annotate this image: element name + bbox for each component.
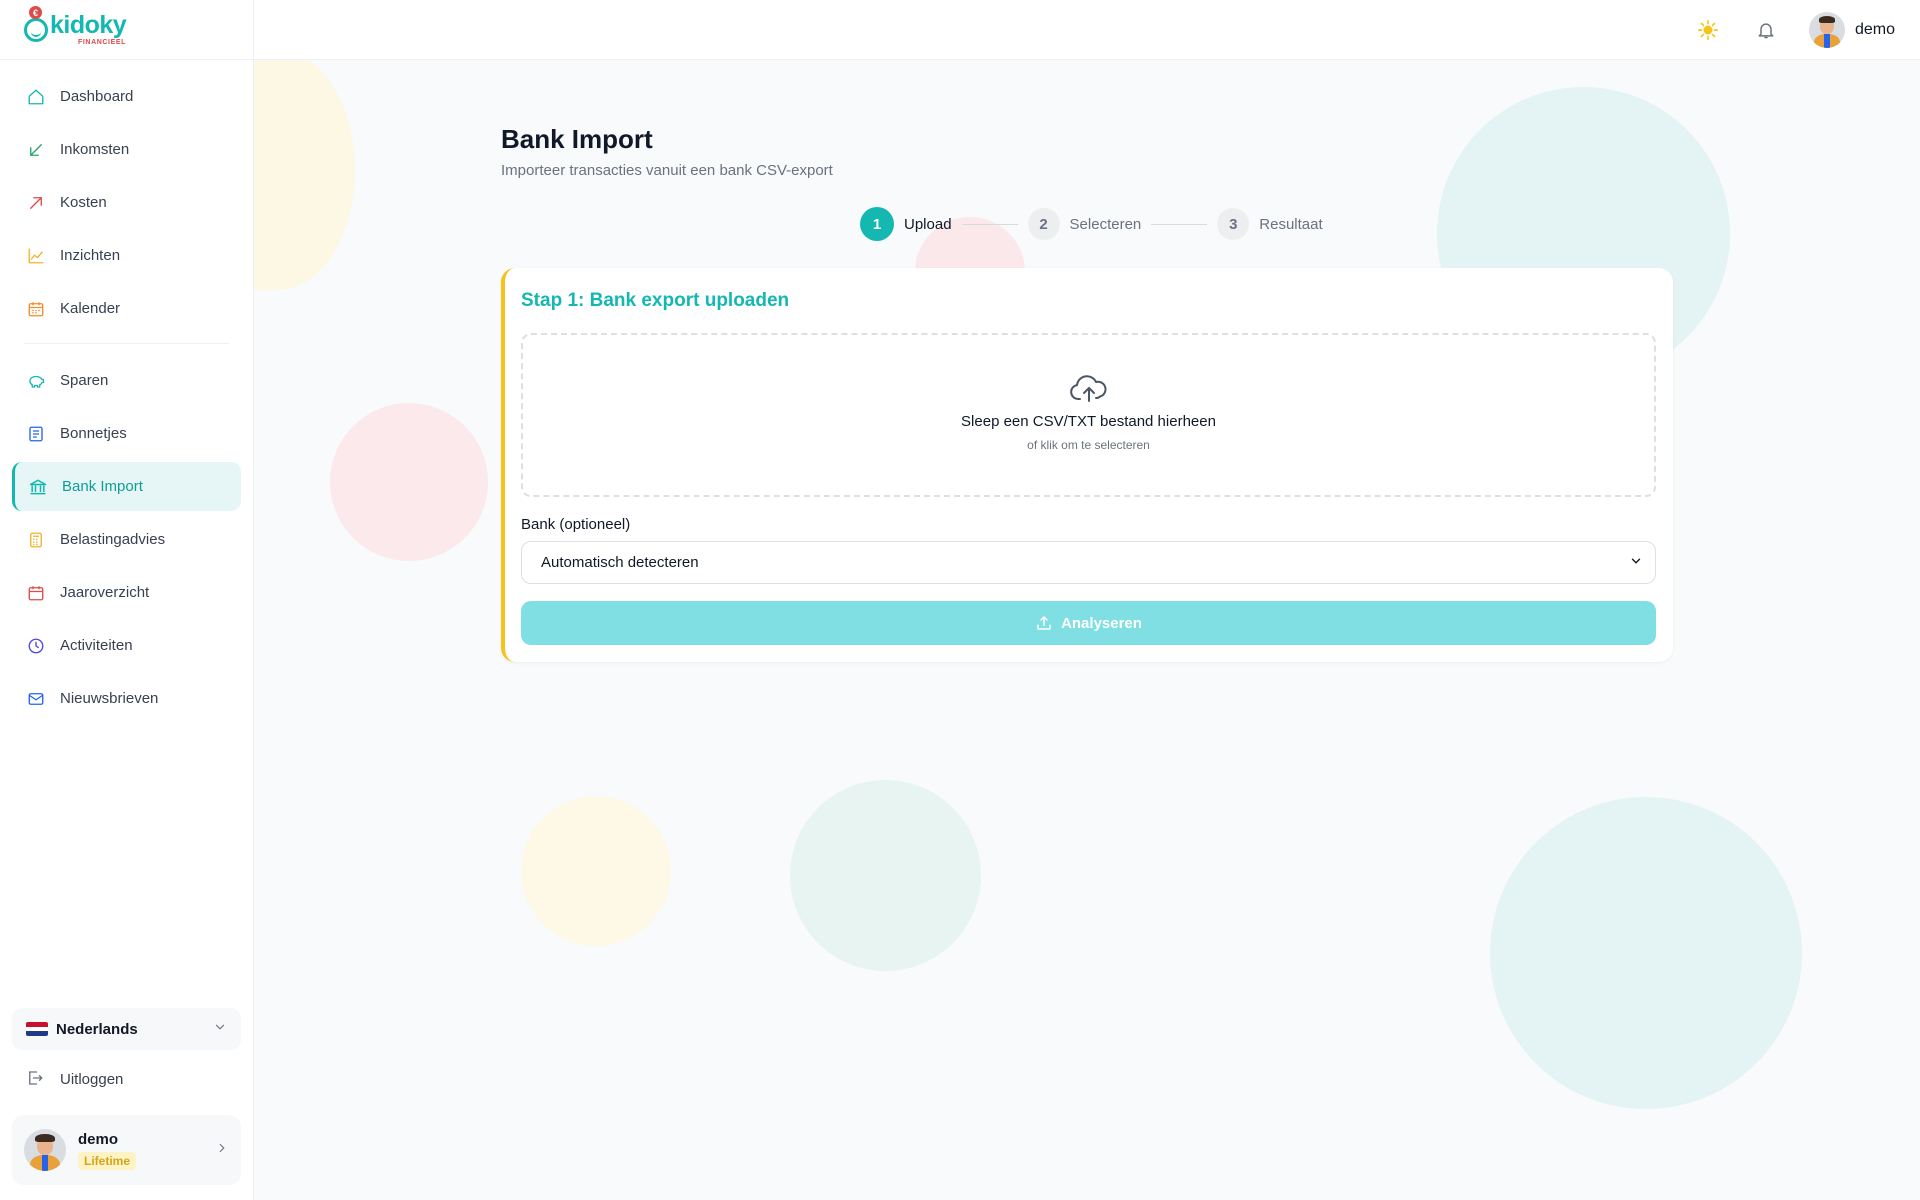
sidebar-item-activiteiten[interactable]: Activiteiten [12,621,241,670]
sidebar-item-sparen[interactable]: Sparen [12,356,241,405]
sidebar-item-label: Sparen [60,372,109,389]
avatar [1808,11,1845,48]
bank-icon [28,477,48,497]
analyze-label: Analyseren [1061,614,1142,632]
top-user-name: demo [1854,20,1895,38]
sidebar-item-kalender[interactable]: Kalender [12,284,241,333]
brand-name: kidoky [50,11,127,39]
sidebar-item-label: Bonnetjes [60,425,127,442]
upload-icon [1037,616,1051,630]
analyze-button[interactable]: Analyseren [521,601,1656,645]
sidebar-item-label: Activiteiten [60,637,133,654]
sidebar: € kidoky FINANCIEEL Dashboard Inkomsten … [0,0,254,1200]
step-upload: 1 Upload [860,207,952,241]
sidebar-item-label: Belastingadvies [60,531,166,548]
sidebar-item-label: Inzichten [60,247,121,264]
sidebar-item-jaaroverzicht[interactable]: Jaaroverzicht [12,568,241,617]
calendar-year-icon [26,583,46,603]
upload-card: Stap 1: Bank export uploaden Sleep een C… [501,268,1673,662]
page-subtitle: Importeer transacties vanuit een bank CS… [501,162,833,179]
step-number: 2 [1027,208,1060,240]
file-dropzone[interactable]: Sleep een CSV/TXT bestand hierheen of kl… [521,333,1656,497]
clock-icon [26,636,46,656]
brand-subtitle: FINANCIEEL [78,39,126,46]
cloud-upload-icon [1069,375,1106,402]
bank-select[interactable]: Automatisch detecteren [521,541,1656,584]
sidebar-item-label: Bank Import [62,478,143,495]
user-profile-card[interactable]: demo Lifetime [12,1115,241,1185]
sidebar-nav: Dashboard Inkomsten Kosten Inzichten Kal… [0,60,253,723]
sidebar-item-label: Inkomsten [60,141,130,158]
bank-label: Bank (optioneel) [521,516,631,533]
receipt-icon [26,424,46,444]
step-number: 1 [860,207,894,241]
language-label: Nederlands [56,1020,138,1038]
bank-select-value: Automatisch detecteren [541,554,699,571]
dropzone-hint: of klik om te selecteren [1027,438,1150,452]
main-content: Bank Import Importeer transacties vanuit… [0,0,1920,1200]
sidebar-item-bank-import[interactable]: Bank Import [12,462,241,511]
netherlands-flag-icon [26,1022,48,1036]
sidebar-item-inkomsten[interactable]: Inkomsten [12,125,241,174]
card-title: Stap 1: Bank export uploaden [521,290,790,311]
home-icon [26,87,46,107]
step-connector [961,223,1018,225]
logout-label: Uitloggen [60,1070,124,1088]
step-label: Selecteren [1069,215,1142,233]
sidebar-item-dashboard[interactable]: Dashboard [12,72,241,121]
theme-toggle-button[interactable] [1697,19,1719,41]
step-connector [1151,223,1208,225]
dropzone-text: Sleep een CSV/TXT bestand hierheen [961,413,1216,430]
logo-face-icon [24,17,48,42]
sidebar-item-label: Nieuwsbrieven [60,690,159,707]
step-label: Resultaat [1259,215,1323,233]
step-number: 3 [1217,208,1250,240]
euro-icon: € [29,6,42,19]
bell-icon [1758,22,1774,38]
step-selecteren: 2 Selecteren [1027,208,1142,240]
page-title: Bank Import [501,124,653,154]
sidebar-item-label: Kosten [60,194,107,211]
chevron-down-icon [213,1020,227,1038]
chevron-right-icon [215,1141,229,1160]
user-menu[interactable]: demo [1808,11,1895,48]
brand-logo[interactable]: € kidoky FINANCIEEL [0,0,253,60]
sun-icon [1697,19,1718,40]
sidebar-item-belastingadvies[interactable]: Belastingadvies [12,515,241,564]
arrow-up-right-icon [26,193,46,213]
sidebar-item-kosten[interactable]: Kosten [12,178,241,227]
mail-icon [26,689,46,709]
import-stepper: 1 Upload 2 Selecteren 3 Resultaat [860,207,1323,241]
sidebar-item-label: Jaaroverzicht [60,584,150,601]
chevron-down-icon [1629,554,1643,572]
user-name: demo [78,1130,119,1148]
calculator-icon [26,530,46,550]
calendar-icon [26,299,46,319]
line-chart-icon [26,246,46,266]
language-selector[interactable]: Nederlands [12,1008,241,1050]
sidebar-item-label: Kalender [60,300,121,317]
sidebar-item-bonnetjes[interactable]: Bonnetjes [12,409,241,458]
top-bar: demo [254,0,1920,60]
logout-icon [26,1069,46,1089]
nav-divider [24,343,229,344]
notifications-button[interactable] [1755,19,1777,41]
avatar [24,1129,66,1171]
step-label: Upload [904,215,952,233]
plan-badge: Lifetime [78,1151,137,1170]
sidebar-item-label: Dashboard [60,88,134,105]
logout-button[interactable]: Uitloggen [12,1056,241,1102]
sidebar-item-nieuwsbrieven[interactable]: Nieuwsbrieven [12,674,241,723]
piggy-bank-icon [26,371,46,391]
sidebar-item-inzichten[interactable]: Inzichten [12,231,241,280]
step-resultaat: 3 Resultaat [1217,208,1323,240]
arrow-down-left-icon [26,140,46,160]
